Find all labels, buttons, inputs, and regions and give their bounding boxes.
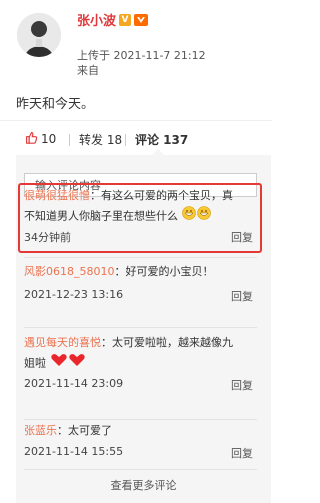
comment-user[interactable]: 风影0618_58010: [24, 265, 115, 278]
grin-emoji-icon: [181, 206, 212, 227]
comment-body: 姐啦: [24, 356, 46, 370]
avatar[interactable]: [17, 13, 61, 57]
vip-badge-icon: [134, 13, 149, 26]
verified-badge-icon: V: [119, 13, 132, 26]
comment-body: ：太可爱了: [57, 424, 112, 437]
comment-body: ：好可爱的小宝贝！: [114, 265, 214, 278]
separator: [69, 134, 70, 146]
comment-item: 张蓝乐：太可爱了 2021-11-14 15:55 回复: [24, 421, 257, 463]
divider: [24, 419, 257, 420]
comment-body: ：有这么可爱的两个宝贝，真: [90, 189, 233, 202]
post-meta: 上传于 2021-11-7 21:12 来自: [77, 48, 206, 78]
comment-user[interactable]: 张蓝乐: [24, 424, 57, 437]
comment-user[interactable]: 很萌很猛很憎: [24, 189, 90, 202]
comment-text: 张蓝乐：太可爱了: [24, 421, 257, 441]
divider: [24, 257, 257, 258]
separator: [125, 134, 126, 146]
reply-button[interactable]: 回复: [231, 377, 253, 393]
reply-button[interactable]: 回复: [231, 288, 253, 304]
post-content: 昨天和今天。: [16, 97, 95, 112]
repost-button[interactable]: 转发 18: [79, 131, 122, 148]
divider: [24, 469, 257, 470]
comment-item: 很萌很猛很憎：有这么可爱的两个宝贝，真 不知道男人你脑子里在想些什么 34分钟前…: [24, 186, 257, 247]
comment-text: 风影0618_58010：好可爱的小宝贝！: [24, 262, 257, 282]
thumbs-up-icon: [25, 131, 38, 147]
post-header: 张小波 V 上传于 2021-11-7 21:12 来自: [0, 0, 272, 88]
post-time: 上传于 2021-11-7 21:12: [77, 49, 206, 62]
see-more-comments-link[interactable]: 查看更多评论: [16, 477, 271, 493]
comments-panel: 输入评论内容 很萌很猛很憎：有这么可爱的两个宝贝，真 不知道男人你脑子里在想些什…: [16, 155, 271, 503]
reply-button[interactable]: 回复: [231, 445, 253, 461]
comment-tab[interactable]: 评论 137: [135, 131, 188, 148]
comment-user[interactable]: 遇见每天的喜悦: [24, 336, 101, 349]
reply-button[interactable]: 回复: [231, 229, 253, 245]
comment-time: 2021-11-14 15:55: [24, 445, 124, 458]
comment-time: 2021-12-23 13:16: [24, 288, 124, 301]
post-source: 来自: [77, 64, 99, 77]
like-button[interactable]: 10: [25, 131, 56, 147]
like-count: 10: [41, 132, 57, 146]
action-bar: 10 转发 18 评论 137: [0, 128, 272, 150]
comment-time: 34分钟前: [24, 231, 71, 244]
comment-item: 遇见每天的喜悦：太可爱啦啦，越来越像九 姐啦 2021-11-14 23:09 …: [24, 333, 257, 395]
author-name-text[interactable]: 张小波: [77, 10, 116, 29]
divider: [24, 327, 257, 328]
divider: [0, 120, 272, 121]
heart-emoji-icon: [50, 353, 86, 374]
comment-time: 2021-11-14 23:09: [24, 377, 124, 390]
comment-text: 很萌很猛很憎：有这么可爱的两个宝贝，真 不知道男人你脑子里在想些什么: [24, 186, 257, 227]
comment-item: 风影0618_58010：好可爱的小宝贝！ 2021-12-23 13:16 回…: [24, 262, 257, 306]
comment-body: 不知道男人你脑子里在想些什么: [24, 209, 178, 223]
comment-body: ：太可爱啦啦，越来越像九: [101, 336, 233, 349]
author-name[interactable]: 张小波 V: [77, 10, 149, 29]
comment-text: 遇见每天的喜悦：太可爱啦啦，越来越像九 姐啦: [24, 333, 257, 374]
